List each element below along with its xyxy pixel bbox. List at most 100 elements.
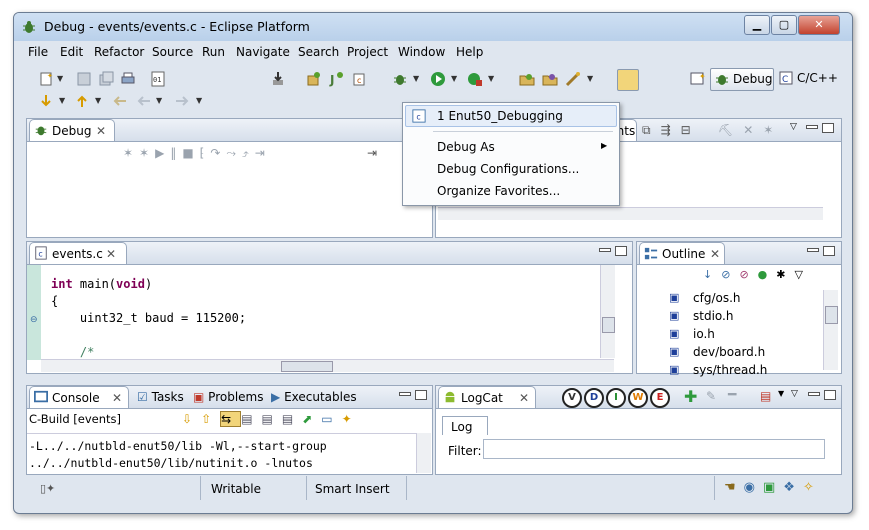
menu-item-recent-launch[interactable]: c 1 Enut50_Debugging bbox=[405, 105, 617, 127]
hide-macros-icon[interactable]: ✱ bbox=[776, 268, 794, 281]
prev-annotation-icon[interactable] bbox=[74, 93, 90, 109]
minimize-button[interactable]: ▁ bbox=[744, 15, 770, 35]
java-icon[interactable]: J bbox=[329, 71, 345, 87]
close-icon[interactable]: ✕ bbox=[112, 391, 122, 405]
display-console-icon[interactable]: ▭ bbox=[321, 412, 341, 426]
vertical-scrollbar[interactable] bbox=[416, 433, 431, 473]
hide-static-icon[interactable]: ⊘ bbox=[739, 268, 757, 281]
code-line-3[interactable]: uint32_t baud = 115200; bbox=[51, 311, 246, 325]
code-line-5[interactable]: /* bbox=[51, 345, 94, 359]
word-wrap-icon[interactable]: ▤ bbox=[262, 412, 282, 426]
sparkle-icon[interactable]: ✧ bbox=[803, 480, 822, 495]
vertical-scrollbar[interactable] bbox=[823, 290, 838, 370]
list-item[interactable]: ▣ dev/board.h bbox=[669, 344, 819, 361]
open-folder-icon[interactable] bbox=[542, 71, 558, 87]
list-item[interactable]: ▣ io.h bbox=[669, 326, 819, 343]
menu-item-organize-favorites[interactable]: Organize Favorites... bbox=[437, 184, 560, 198]
list-item[interactable]: ▣ sys/thread.h bbox=[669, 362, 819, 379]
save-icon[interactable] bbox=[76, 71, 92, 87]
tab-problems[interactable]: ▣ Problems bbox=[193, 390, 263, 404]
scroll-thumb[interactable] bbox=[825, 306, 838, 324]
menu-navigate[interactable]: Navigate bbox=[236, 45, 290, 59]
minimize-view-icon[interactable] bbox=[599, 248, 611, 252]
error-level-button[interactable]: E bbox=[650, 388, 670, 408]
open-type-icon[interactable] bbox=[306, 71, 322, 87]
highlighter-icon[interactable] bbox=[617, 69, 639, 91]
tab-logcat[interactable]: LogCat ✕ bbox=[438, 386, 536, 408]
close-icon[interactable]: ✕ bbox=[96, 124, 106, 138]
pin-console-icon[interactable]: ⬈ bbox=[302, 412, 321, 426]
debug-level-button[interactable]: D bbox=[584, 388, 604, 408]
save-all-icon[interactable] bbox=[98, 71, 114, 87]
logcat-dropdown-icon[interactable]: ▼ bbox=[778, 389, 784, 398]
debug-dropdown-icon[interactable]: ▼ bbox=[413, 74, 419, 83]
horizontal-scrollbar[interactable] bbox=[41, 359, 614, 372]
maximize-view-icon[interactable] bbox=[824, 390, 836, 400]
wand-dropdown-icon[interactable]: ▼ bbox=[587, 74, 593, 83]
sort-icon[interactable]: ↓ bbox=[703, 268, 721, 281]
next-annotation-icon[interactable] bbox=[38, 93, 54, 109]
maximize-view-icon[interactable] bbox=[823, 246, 835, 256]
menu-project[interactable]: Project bbox=[347, 45, 388, 59]
tab-log[interactable]: Log bbox=[442, 416, 488, 435]
verbose-level-button[interactable]: V bbox=[562, 388, 582, 408]
hide-fields-icon[interactable]: ⊘ bbox=[721, 268, 739, 281]
tab-tasks[interactable]: ☑ Tasks bbox=[137, 390, 184, 404]
hand-icon[interactable]: ☚ bbox=[724, 480, 744, 495]
add-filter-icon[interactable]: ✚ bbox=[684, 387, 697, 406]
binary-icon[interactable]: 01 bbox=[150, 71, 166, 87]
prev-annotation-dropdown-icon[interactable]: ▼ bbox=[95, 96, 101, 105]
tab-debug[interactable]: Debug ✕ bbox=[29, 119, 115, 141]
code-line-2[interactable]: { bbox=[51, 294, 58, 308]
horizontal-scrollbar[interactable] bbox=[438, 207, 823, 220]
menu-item-debug-configurations[interactable]: Debug Configurations... bbox=[437, 162, 579, 176]
debug-run-icon[interactable] bbox=[392, 71, 408, 87]
menu-run[interactable]: Run bbox=[202, 45, 225, 59]
new-class-icon[interactable]: c bbox=[352, 71, 368, 87]
open-perspective-icon[interactable]: ✦ bbox=[690, 71, 706, 87]
maximize-view-icon[interactable] bbox=[822, 123, 834, 133]
menu-file[interactable]: File bbox=[28, 45, 48, 59]
run-icon[interactable] bbox=[430, 71, 446, 87]
print-icon[interactable] bbox=[120, 71, 136, 87]
menu-refactor[interactable]: Refactor bbox=[94, 45, 144, 59]
menu-item-debug-as[interactable]: Debug As bbox=[437, 140, 495, 154]
menu-help[interactable]: Help bbox=[456, 45, 483, 59]
clear-console-icon[interactable]: ▤ bbox=[241, 412, 261, 426]
new-dropdown-icon[interactable]: ▼ bbox=[57, 74, 63, 83]
scroll-lock-icon[interactable]: ⇆ bbox=[220, 411, 242, 427]
scroll-down-icon[interactable]: ⇩ bbox=[182, 412, 201, 426]
info-level-button[interactable]: I bbox=[606, 388, 626, 408]
debug-controls-icon[interactable]: ✶✶▶‖■⁅↷⤳⤴⇥ bbox=[123, 146, 271, 161]
code-line-1[interactable]: int main(void) bbox=[51, 277, 152, 291]
external-tools-icon[interactable] bbox=[467, 71, 483, 87]
back-icon[interactable] bbox=[136, 93, 152, 109]
remove-breakpoints-icon[interactable]: ⛏✕✶ bbox=[718, 123, 783, 137]
external-tools-dropdown-icon[interactable]: ▼ bbox=[488, 74, 494, 83]
maximize-view-icon[interactable] bbox=[615, 246, 627, 256]
download-icon[interactable] bbox=[270, 71, 286, 87]
warning-level-button[interactable]: W bbox=[628, 388, 648, 408]
perspective-debug-button[interactable]: Debug bbox=[710, 68, 774, 91]
list-item[interactable]: ▣ stdio.h bbox=[669, 308, 819, 325]
fold-icon[interactable]: ⊖ bbox=[30, 315, 38, 325]
scroll-thumb[interactable] bbox=[602, 317, 615, 333]
remove-launch-icon[interactable]: ▤ bbox=[282, 412, 302, 426]
minimize-view-icon[interactable] bbox=[806, 125, 818, 129]
scroll-thumb[interactable] bbox=[281, 361, 333, 372]
tab-outline[interactable]: Outline ✕ bbox=[639, 242, 725, 264]
last-edit-icon[interactable] bbox=[112, 93, 128, 109]
minimize-view-icon[interactable] bbox=[807, 248, 819, 252]
filter-input[interactable] bbox=[483, 439, 825, 459]
minimize-view-icon[interactable] bbox=[808, 392, 820, 396]
image-icon[interactable]: ▣ bbox=[763, 480, 783, 495]
scroll-up-icon[interactable]: ⇧ bbox=[201, 412, 220, 426]
forward-dropdown-icon[interactable]: ▼ bbox=[196, 96, 202, 105]
list-item[interactable]: ▣ cfg/os.h bbox=[669, 290, 819, 307]
remove-filter-icon[interactable]: ━ bbox=[728, 387, 736, 403]
tab-executables[interactable]: ▶ Executables bbox=[271, 390, 357, 404]
menu-window[interactable]: Window bbox=[398, 45, 445, 59]
plugin-icon[interactable]: ❖ bbox=[783, 480, 803, 495]
maximize-button[interactable]: ▢ bbox=[771, 15, 797, 35]
hide-non-public-icon[interactable]: ● bbox=[758, 268, 777, 281]
